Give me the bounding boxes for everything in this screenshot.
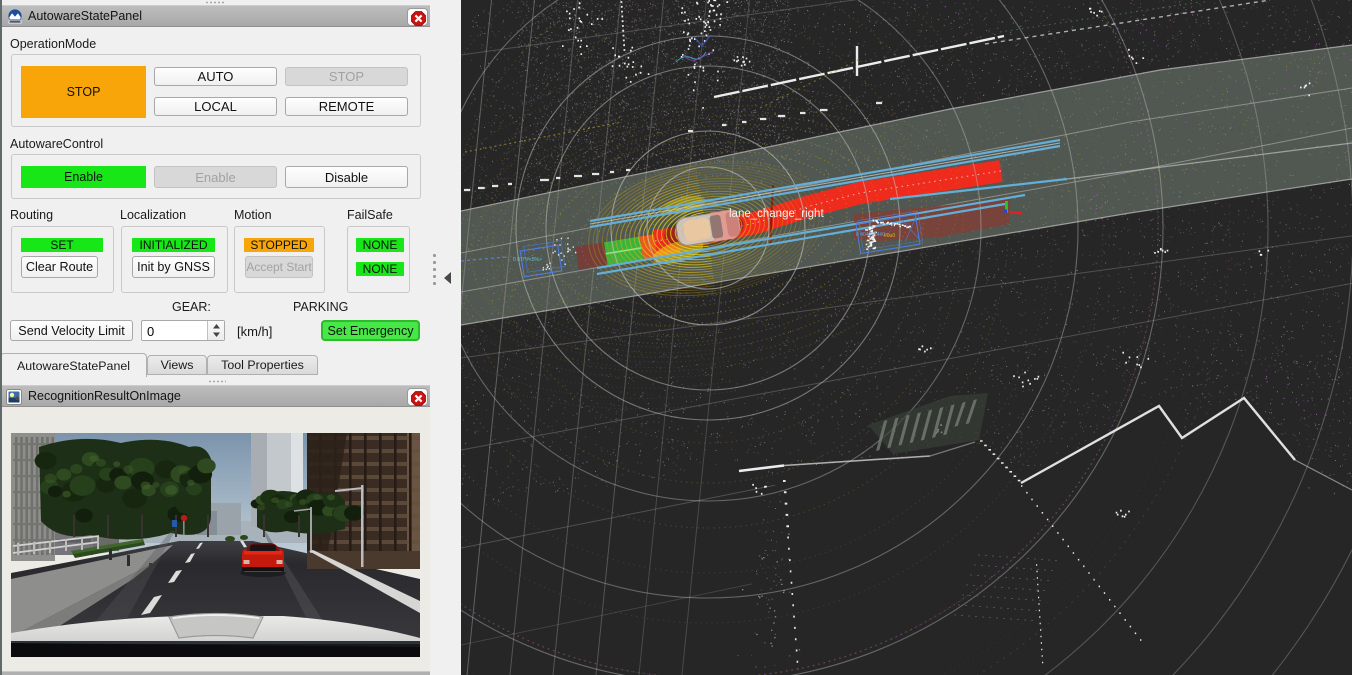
svg-text:0 4040414#0: 0 4040414#0 [856, 232, 885, 238]
svg-text:0 87/*#<5%>: 0 87/*#<5%> [513, 257, 542, 263]
svg-text:#0u0: #0u0 [884, 233, 895, 239]
svg-text:lane_change_right: lane_change_right [729, 208, 824, 220]
